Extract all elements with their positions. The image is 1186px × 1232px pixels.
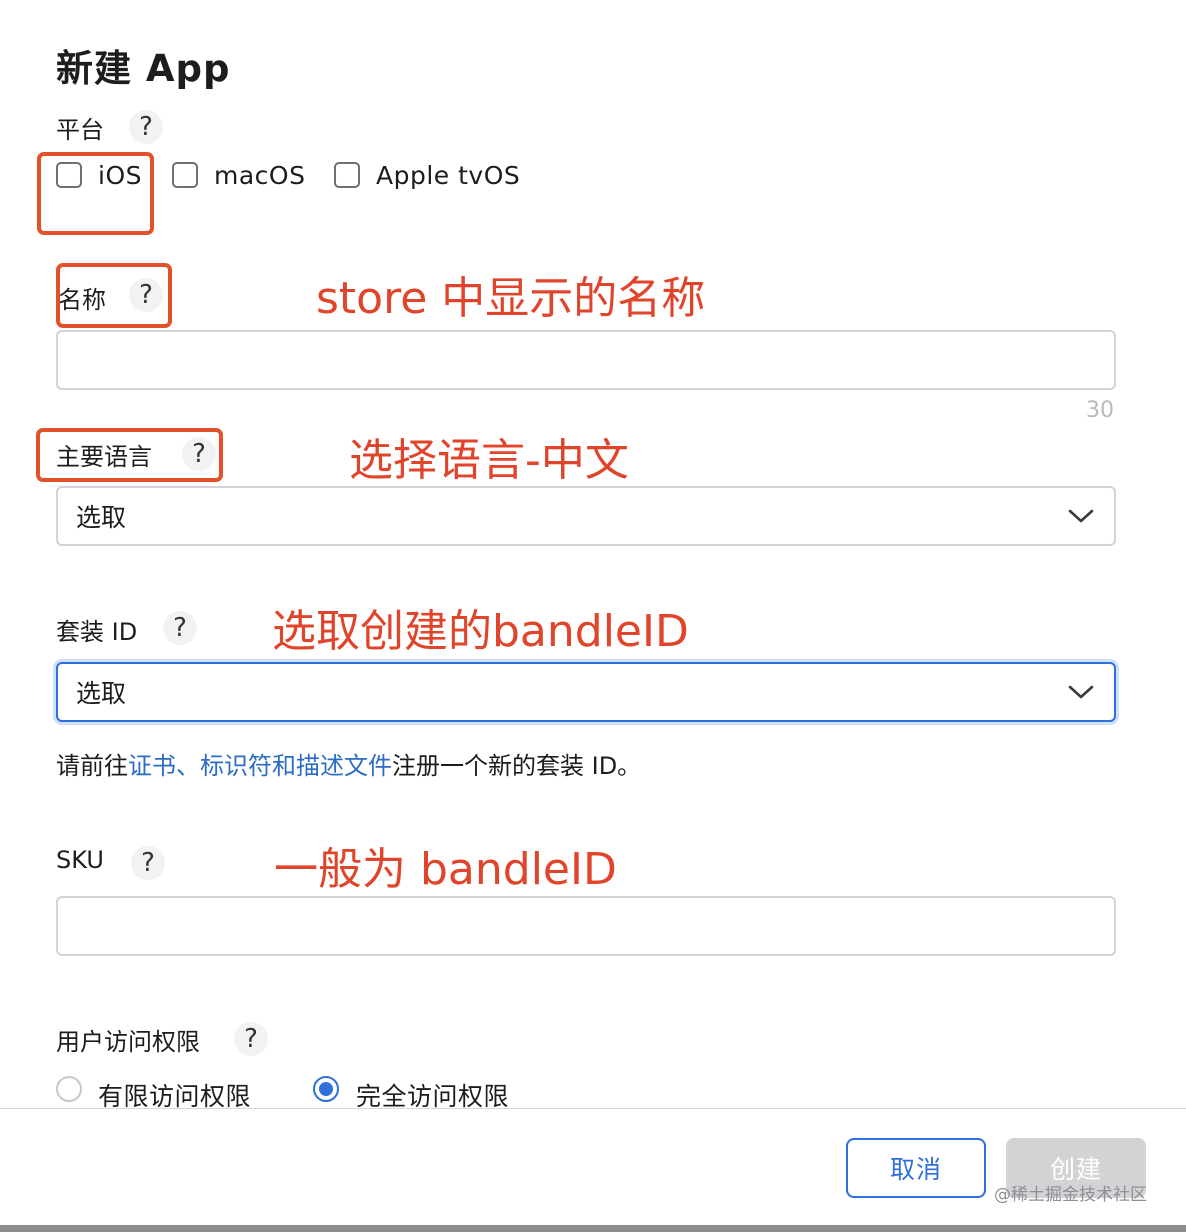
- bundle-select-value: 选取: [76, 679, 127, 708]
- bundle-id-select[interactable]: 选取: [56, 662, 1116, 722]
- macos-label[interactable]: macOS: [214, 161, 305, 190]
- platform-label: 平台: [56, 116, 104, 144]
- bundle-label: 套装 ID: [56, 618, 138, 646]
- chevron-down-icon: [1068, 685, 1094, 699]
- annotation-language-text: 选择语言-中文: [349, 435, 629, 486]
- annotation-box-ios: [37, 152, 154, 235]
- full-access-radio[interactable]: [313, 1076, 339, 1102]
- annotation-box-name: [56, 263, 172, 328]
- cancel-button[interactable]: 取消: [846, 1138, 986, 1198]
- annotation-sku-text: 一般为 bandleID: [274, 844, 617, 895]
- name-char-counter: 30: [1086, 398, 1114, 423]
- annotation-bundle-text: 选取创建的bandleID: [272, 606, 689, 657]
- dialog-title: 新建 App: [56, 47, 231, 90]
- radio-selected-dot: [319, 1082, 333, 1096]
- language-select-value: 选取: [76, 503, 127, 532]
- annotation-name-text: store 中显示的名称: [316, 273, 706, 324]
- watermark: @稀土掘金技术社区: [994, 1185, 1147, 1205]
- access-label: 用户访问权限: [56, 1028, 200, 1056]
- name-input[interactable]: [56, 330, 1116, 390]
- tvos-label[interactable]: Apple tvOS: [376, 161, 520, 190]
- chevron-down-icon: [1068, 509, 1094, 523]
- sku-help-icon[interactable]: ?: [131, 846, 165, 880]
- bundle-hint-prefix: 请前往: [56, 752, 128, 780]
- limited-access-radio[interactable]: [56, 1076, 82, 1102]
- platform-help-icon[interactable]: ?: [129, 110, 163, 144]
- bundle-help-icon[interactable]: ?: [163, 611, 197, 645]
- access-help-icon[interactable]: ?: [234, 1022, 268, 1056]
- sku-input[interactable]: [56, 896, 1116, 956]
- tvos-checkbox[interactable]: [334, 162, 360, 188]
- macos-checkbox[interactable]: [172, 162, 198, 188]
- sku-label: SKU: [56, 846, 104, 874]
- bundle-hint-suffix: 注册一个新的套装 ID。: [392, 752, 642, 780]
- footer-divider: [0, 1108, 1186, 1109]
- annotation-box-language: [36, 428, 223, 482]
- bottom-bar: [0, 1225, 1186, 1232]
- language-select[interactable]: 选取: [56, 486, 1116, 546]
- bundle-hint: 请前往证书、标识符和描述文件注册一个新的套装 ID。: [56, 746, 641, 781]
- certificates-link[interactable]: 证书、标识符和描述文件: [128, 752, 392, 780]
